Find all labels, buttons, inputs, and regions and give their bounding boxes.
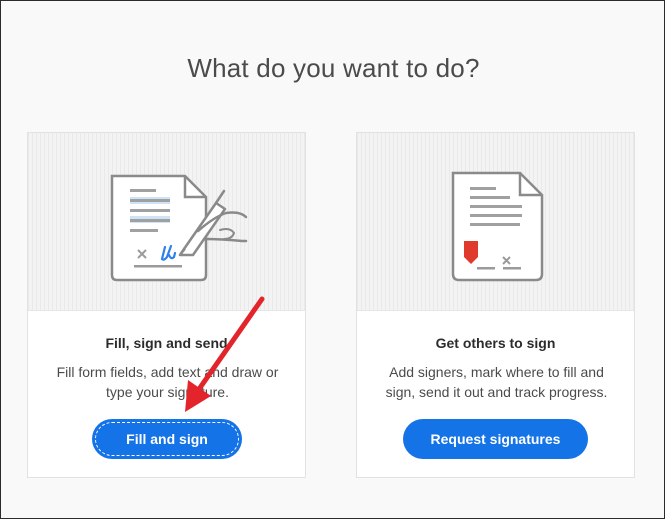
card-description: Fill form fields, add text and draw or t… — [56, 364, 279, 400]
card-illustration — [28, 133, 305, 311]
option-card-request-signatures[interactable]: Get others to sign Add signers, mark whe… — [356, 132, 635, 478]
request-signatures-document-icon — [451, 171, 544, 282]
page-title: What do you want to do? — [187, 53, 480, 83]
card-title: Fill, sign and send — [105, 335, 228, 351]
request-signatures-button[interactable]: Request signatures — [403, 419, 588, 459]
card-illustration — [357, 133, 634, 311]
option-card-fill-sign[interactable]: Fill, sign and send Fill form fields, ad… — [27, 132, 306, 478]
fill-and-sign-button[interactable]: Fill and sign — [92, 419, 242, 459]
card-title: Get others to sign — [435, 335, 556, 351]
fill-and-sign-document-icon — [110, 174, 248, 282]
dialog-window: What do you want to do? Fill, sign and s… — [0, 0, 665, 519]
card-description: Add signers, mark where to fill and sign… — [385, 364, 608, 400]
